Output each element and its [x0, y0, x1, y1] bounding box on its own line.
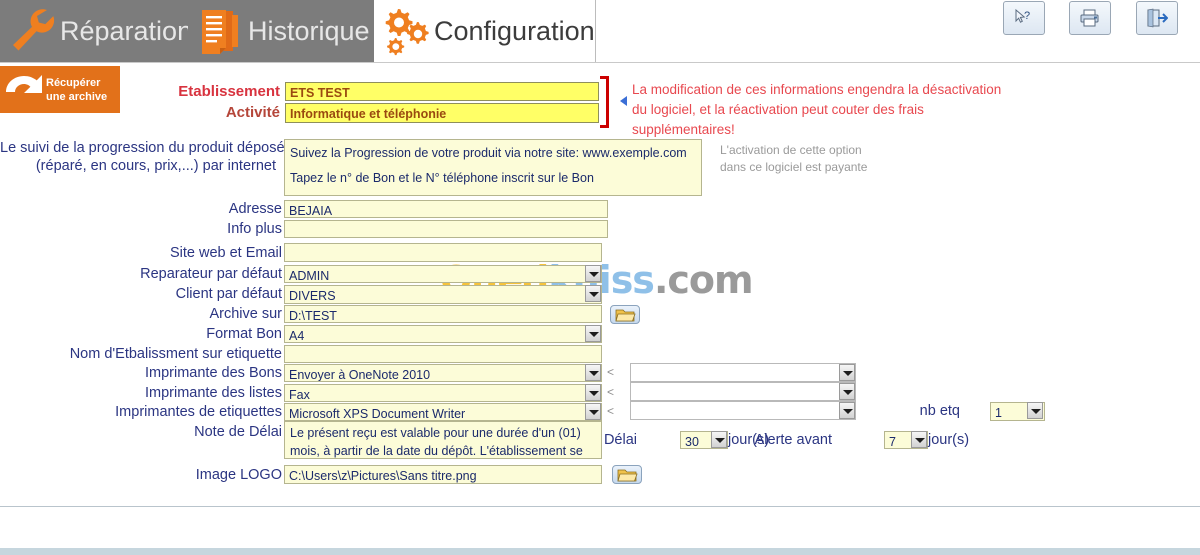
logo-browse-button[interactable]	[612, 465, 642, 484]
warning-pointer-icon	[620, 96, 627, 106]
open-folder-icon	[615, 309, 636, 322]
activite-input[interactable]: Informatique et téléphonie	[285, 103, 599, 123]
tray-bons-combobox[interactable]	[630, 363, 856, 382]
warning-bracket	[600, 76, 609, 128]
etablissement-label: Etablissement	[178, 83, 280, 100]
tray-etiquettes-marker: <	[607, 404, 615, 418]
bottom-bar	[0, 548, 1200, 555]
tracking-text-line2: Tapez le n° de Bon et le N° téléphone in…	[290, 171, 594, 185]
nom-etiquette-input[interactable]	[284, 345, 602, 363]
tab-configuration[interactable]: Configuration	[374, 0, 596, 62]
format-bon-dropdown-arrow-icon[interactable]	[585, 325, 601, 342]
reparateur-combobox[interactable]: ADMIN	[284, 265, 602, 283]
tray-bons-marker: <	[607, 365, 615, 379]
tray-listes-dropdown-arrow-icon[interactable]	[839, 383, 855, 400]
format-bon-combobox[interactable]: A4	[284, 325, 602, 343]
site-web-label: Site web et Email	[169, 245, 282, 261]
tab-reparation-label: Réparation	[60, 16, 193, 46]
archive-path-label: Archive sur	[209, 306, 282, 322]
tray-listes-marker: <	[607, 385, 615, 399]
logo-path-input[interactable]: C:\Users\z\Pictures\Sans titre.png	[284, 465, 602, 484]
tab-historique[interactable]: Historique	[188, 0, 374, 62]
adresse-label: Adresse	[228, 201, 282, 217]
watermark-part3: .com	[653, 258, 754, 302]
tray-listes-combobox[interactable]	[630, 382, 856, 401]
reparateur-dropdown-arrow-icon[interactable]	[585, 265, 601, 282]
svg-text:?: ?	[1024, 10, 1030, 22]
activite-label: Activité	[225, 104, 280, 121]
delai-label: Délai	[603, 432, 637, 448]
help-button[interactable]: ?	[1003, 1, 1045, 35]
documents-icon	[194, 5, 246, 57]
info-plus-label: Info plus	[227, 221, 282, 237]
logo-label: Image LOGO	[195, 467, 282, 483]
wrench-icon	[6, 5, 58, 57]
reparateur-label: Reparateur par défaut	[140, 266, 282, 282]
etablissement-input[interactable]: ETS TEST	[285, 82, 599, 101]
alerte-unit: jour(s)	[928, 432, 970, 448]
alerte-label: Alerte avant	[754, 432, 832, 448]
imprimante-etiquettes-combobox[interactable]: Microsoft XPS Document Writer	[284, 403, 602, 421]
adresse-input[interactable]: BEJAIA	[284, 200, 608, 218]
client-combobox[interactable]: DIVERS	[284, 285, 602, 304]
client-label: Client par défaut	[175, 286, 282, 302]
format-bon-label: Format Bon	[206, 326, 282, 342]
client-dropdown-arrow-icon[interactable]	[585, 285, 601, 302]
tray-bons-dropdown-arrow-icon[interactable]	[839, 364, 855, 381]
archive-path-input[interactable]: D:\TEST	[284, 305, 602, 323]
note-delai-label: Note de Délai	[194, 424, 282, 440]
tracking-side-note: L'activation de cette option dans ce log…	[720, 143, 868, 174]
info-plus-input[interactable]	[284, 220, 608, 238]
tracking-text-line1: Suivez la Progression de votre produit v…	[290, 146, 687, 160]
undo-arrow-icon	[2, 70, 44, 110]
tray-etiquettes-combobox[interactable]	[630, 401, 856, 420]
imprimante-bons-dropdown-arrow-icon[interactable]	[585, 364, 601, 381]
nom-etiquette-label: Nom d'Etbalissment sur etiquette	[69, 346, 282, 362]
tab-reparation[interactable]: Réparation	[0, 0, 192, 62]
archive-browse-button[interactable]	[610, 305, 640, 324]
site-web-input[interactable]	[284, 243, 602, 262]
nb-etq-dropdown-arrow-icon[interactable]	[1027, 402, 1043, 419]
nb-etq-label: nb etq	[919, 403, 960, 419]
open-folder-icon	[617, 469, 638, 482]
note-delai-textarea[interactable]: Le présent reçu est valable pour une dur…	[284, 421, 602, 459]
tab-historique-label: Historique	[248, 16, 370, 46]
imprimante-bons-combobox[interactable]: Envoyer à OneNote 2010	[284, 364, 602, 382]
tracking-label-line2: (réparé, en cours, prix,...) par interne…	[35, 158, 276, 174]
alerte-dropdown-arrow-icon[interactable]	[911, 431, 927, 448]
tab-configuration-label: Configuration	[434, 16, 595, 46]
print-button[interactable]	[1069, 1, 1111, 35]
exit-button[interactable]	[1136, 1, 1178, 35]
gears-icon	[380, 5, 432, 57]
tracking-label-line1: Le suivi de la progression du produit dé…	[0, 140, 285, 156]
imprimante-bons-label: Imprimante des Bons	[144, 365, 282, 381]
tabbar-bottom-border	[0, 62, 1200, 63]
imprimante-listes-combobox[interactable]: Fax	[284, 384, 602, 402]
note-delai-line2: mois, à partir de la date du dépôt. L'ét…	[290, 444, 583, 458]
tracking-textarea[interactable]: Suivez la Progression de votre produit v…	[284, 139, 702, 196]
warning-text: La modification de ces informations enge…	[632, 82, 1002, 137]
tray-etiquettes-dropdown-arrow-icon[interactable]	[839, 402, 855, 419]
imprimante-etiquettes-label: Imprimantes de etiquettes	[115, 404, 282, 420]
imprimante-etiquettes-dropdown-arrow-icon[interactable]	[585, 403, 601, 420]
note-delai-line1: Le présent reçu est valable pour une dur…	[290, 426, 581, 440]
footer-divider	[0, 506, 1200, 507]
imprimante-listes-label: Imprimante des listes	[145, 385, 282, 401]
imprimante-listes-dropdown-arrow-icon[interactable]	[585, 384, 601, 401]
